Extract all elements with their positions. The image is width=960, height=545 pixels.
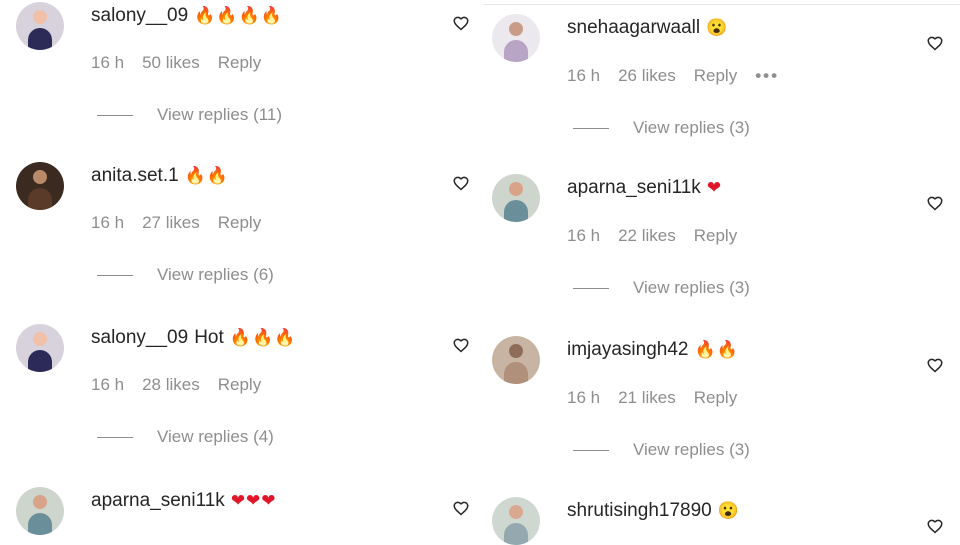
like-count[interactable]: 21 likes bbox=[618, 388, 676, 408]
replies-line bbox=[97, 436, 133, 438]
timestamp: 16 h bbox=[567, 66, 601, 85]
emoji-icon: 🔥🔥 bbox=[184, 166, 230, 185]
view-replies-button[interactable]: View replies (3) bbox=[573, 278, 750, 298]
heart-icon[interactable] bbox=[452, 499, 470, 517]
avatar[interactable] bbox=[16, 162, 64, 210]
view-replies-button[interactable]: View replies (6) bbox=[97, 265, 274, 285]
replies-line bbox=[573, 449, 609, 451]
heart-icon[interactable] bbox=[452, 336, 470, 354]
divider bbox=[484, 4, 960, 5]
timestamp: 16 h bbox=[567, 388, 601, 407]
view-replies-button[interactable]: View replies (11) bbox=[97, 105, 282, 125]
username-link[interactable]: shrutisingh17890 bbox=[567, 500, 712, 522]
comment-meta: 16 h 26 likes Reply ••• bbox=[567, 66, 797, 86]
replies-line bbox=[97, 114, 133, 116]
reply-button[interactable]: Reply bbox=[218, 213, 261, 233]
right-comment-column: snehaagarwaall 😮 16 h 26 likes Reply ••• View … bbox=[480, 0, 960, 545]
heart-icon[interactable] bbox=[926, 34, 944, 52]
emoji-icon: 😮 bbox=[717, 501, 740, 520]
avatar[interactable] bbox=[16, 2, 64, 50]
comment-header: shrutisingh17890 😮 bbox=[567, 500, 740, 522]
username-link[interactable]: aparna_seni11k bbox=[567, 177, 701, 199]
avatar[interactable] bbox=[492, 174, 540, 222]
timestamp: 16 h bbox=[567, 226, 601, 245]
username-link[interactable]: snehaagarwaall bbox=[567, 17, 700, 39]
replies-line bbox=[573, 287, 609, 289]
view-replies-button[interactable]: View replies (3) bbox=[573, 440, 750, 460]
username-link[interactable]: anita.set.1 bbox=[91, 165, 179, 187]
view-replies-label[interactable]: View replies (6) bbox=[157, 265, 274, 285]
comment-meta: 16 h 21 likes Reply bbox=[567, 388, 755, 408]
heart-icon[interactable] bbox=[452, 14, 470, 32]
replies-line bbox=[573, 127, 609, 129]
emoji-icon: 🔥🔥🔥 bbox=[229, 328, 297, 347]
comment-header: anita.set.1 🔥🔥 bbox=[91, 165, 229, 187]
like-count[interactable]: 22 likes bbox=[618, 226, 676, 246]
reply-button[interactable]: Reply bbox=[694, 226, 737, 246]
reply-button[interactable]: Reply bbox=[218, 53, 261, 73]
comment-meta: 16 h 28 likes Reply bbox=[91, 375, 279, 395]
view-replies-label[interactable]: View replies (3) bbox=[633, 118, 750, 138]
comment-meta: 16 h 50 likes Reply bbox=[91, 53, 279, 73]
comment-header: aparna_seni11k ❤ bbox=[567, 177, 722, 199]
reply-button[interactable]: Reply bbox=[218, 375, 261, 395]
like-count[interactable]: 26 likes bbox=[618, 66, 676, 86]
timestamp: 16 h bbox=[91, 213, 125, 232]
avatar[interactable] bbox=[16, 487, 64, 535]
view-replies-button[interactable]: View replies (3) bbox=[573, 118, 750, 138]
username-link[interactable]: imjayasingh42 bbox=[567, 339, 688, 361]
view-replies-button[interactable]: View replies (4) bbox=[97, 427, 274, 447]
comment-meta: 16 h 22 likes Reply bbox=[567, 226, 755, 246]
more-options-icon[interactable]: ••• bbox=[755, 66, 779, 86]
heart-icon[interactable] bbox=[452, 174, 470, 192]
avatar[interactable] bbox=[16, 324, 64, 372]
avatar[interactable] bbox=[492, 497, 540, 545]
username-link[interactable]: salony__09 bbox=[91, 5, 188, 27]
like-count[interactable]: 27 likes bbox=[142, 213, 200, 233]
reply-button[interactable]: Reply bbox=[694, 388, 737, 408]
left-comment-column: salony__09 🔥🔥🔥🔥 16 h 50 likes Reply View repl… bbox=[0, 0, 480, 540]
timestamp: 16 h bbox=[91, 53, 125, 72]
view-replies-label[interactable]: View replies (11) bbox=[157, 105, 282, 125]
avatar[interactable] bbox=[492, 14, 540, 62]
comment-meta: 16 h 27 likes Reply bbox=[91, 213, 279, 233]
emoji-icon: 🔥🔥🔥🔥 bbox=[194, 6, 283, 25]
reply-button[interactable]: Reply bbox=[694, 66, 737, 86]
comment-header: aparna_seni11k ❤❤❤ bbox=[91, 490, 277, 512]
comment-text: Hot bbox=[194, 327, 224, 348]
timestamp: 16 h bbox=[91, 375, 125, 394]
like-count[interactable]: 50 likes bbox=[142, 53, 200, 73]
comment-header: imjayasingh42 🔥🔥 bbox=[567, 339, 739, 361]
replies-line bbox=[97, 274, 133, 276]
view-replies-label[interactable]: View replies (3) bbox=[633, 278, 750, 298]
heart-icon[interactable] bbox=[926, 356, 944, 374]
emoji-icon: ❤ bbox=[706, 178, 723, 197]
comment-header: snehaagarwaall 😮 bbox=[567, 17, 728, 39]
emoji-icon: 😮 bbox=[706, 18, 729, 37]
emoji-icon: 🔥🔥 bbox=[694, 340, 739, 359]
view-replies-label[interactable]: View replies (3) bbox=[633, 440, 750, 460]
heart-icon[interactable] bbox=[926, 194, 944, 212]
like-count[interactable]: 28 likes bbox=[142, 375, 200, 395]
view-replies-label[interactable]: View replies (4) bbox=[157, 427, 274, 447]
comment-header: salony__09 Hot 🔥🔥🔥 bbox=[91, 327, 296, 349]
comment-header: salony__09 🔥🔥🔥🔥 bbox=[91, 5, 283, 27]
heart-icon[interactable] bbox=[926, 517, 944, 535]
username-link[interactable]: aparna_seni11k bbox=[91, 490, 225, 512]
emoji-icon: ❤❤❤ bbox=[230, 491, 277, 510]
username-link[interactable]: salony__09 bbox=[91, 327, 188, 349]
avatar[interactable] bbox=[492, 336, 540, 384]
